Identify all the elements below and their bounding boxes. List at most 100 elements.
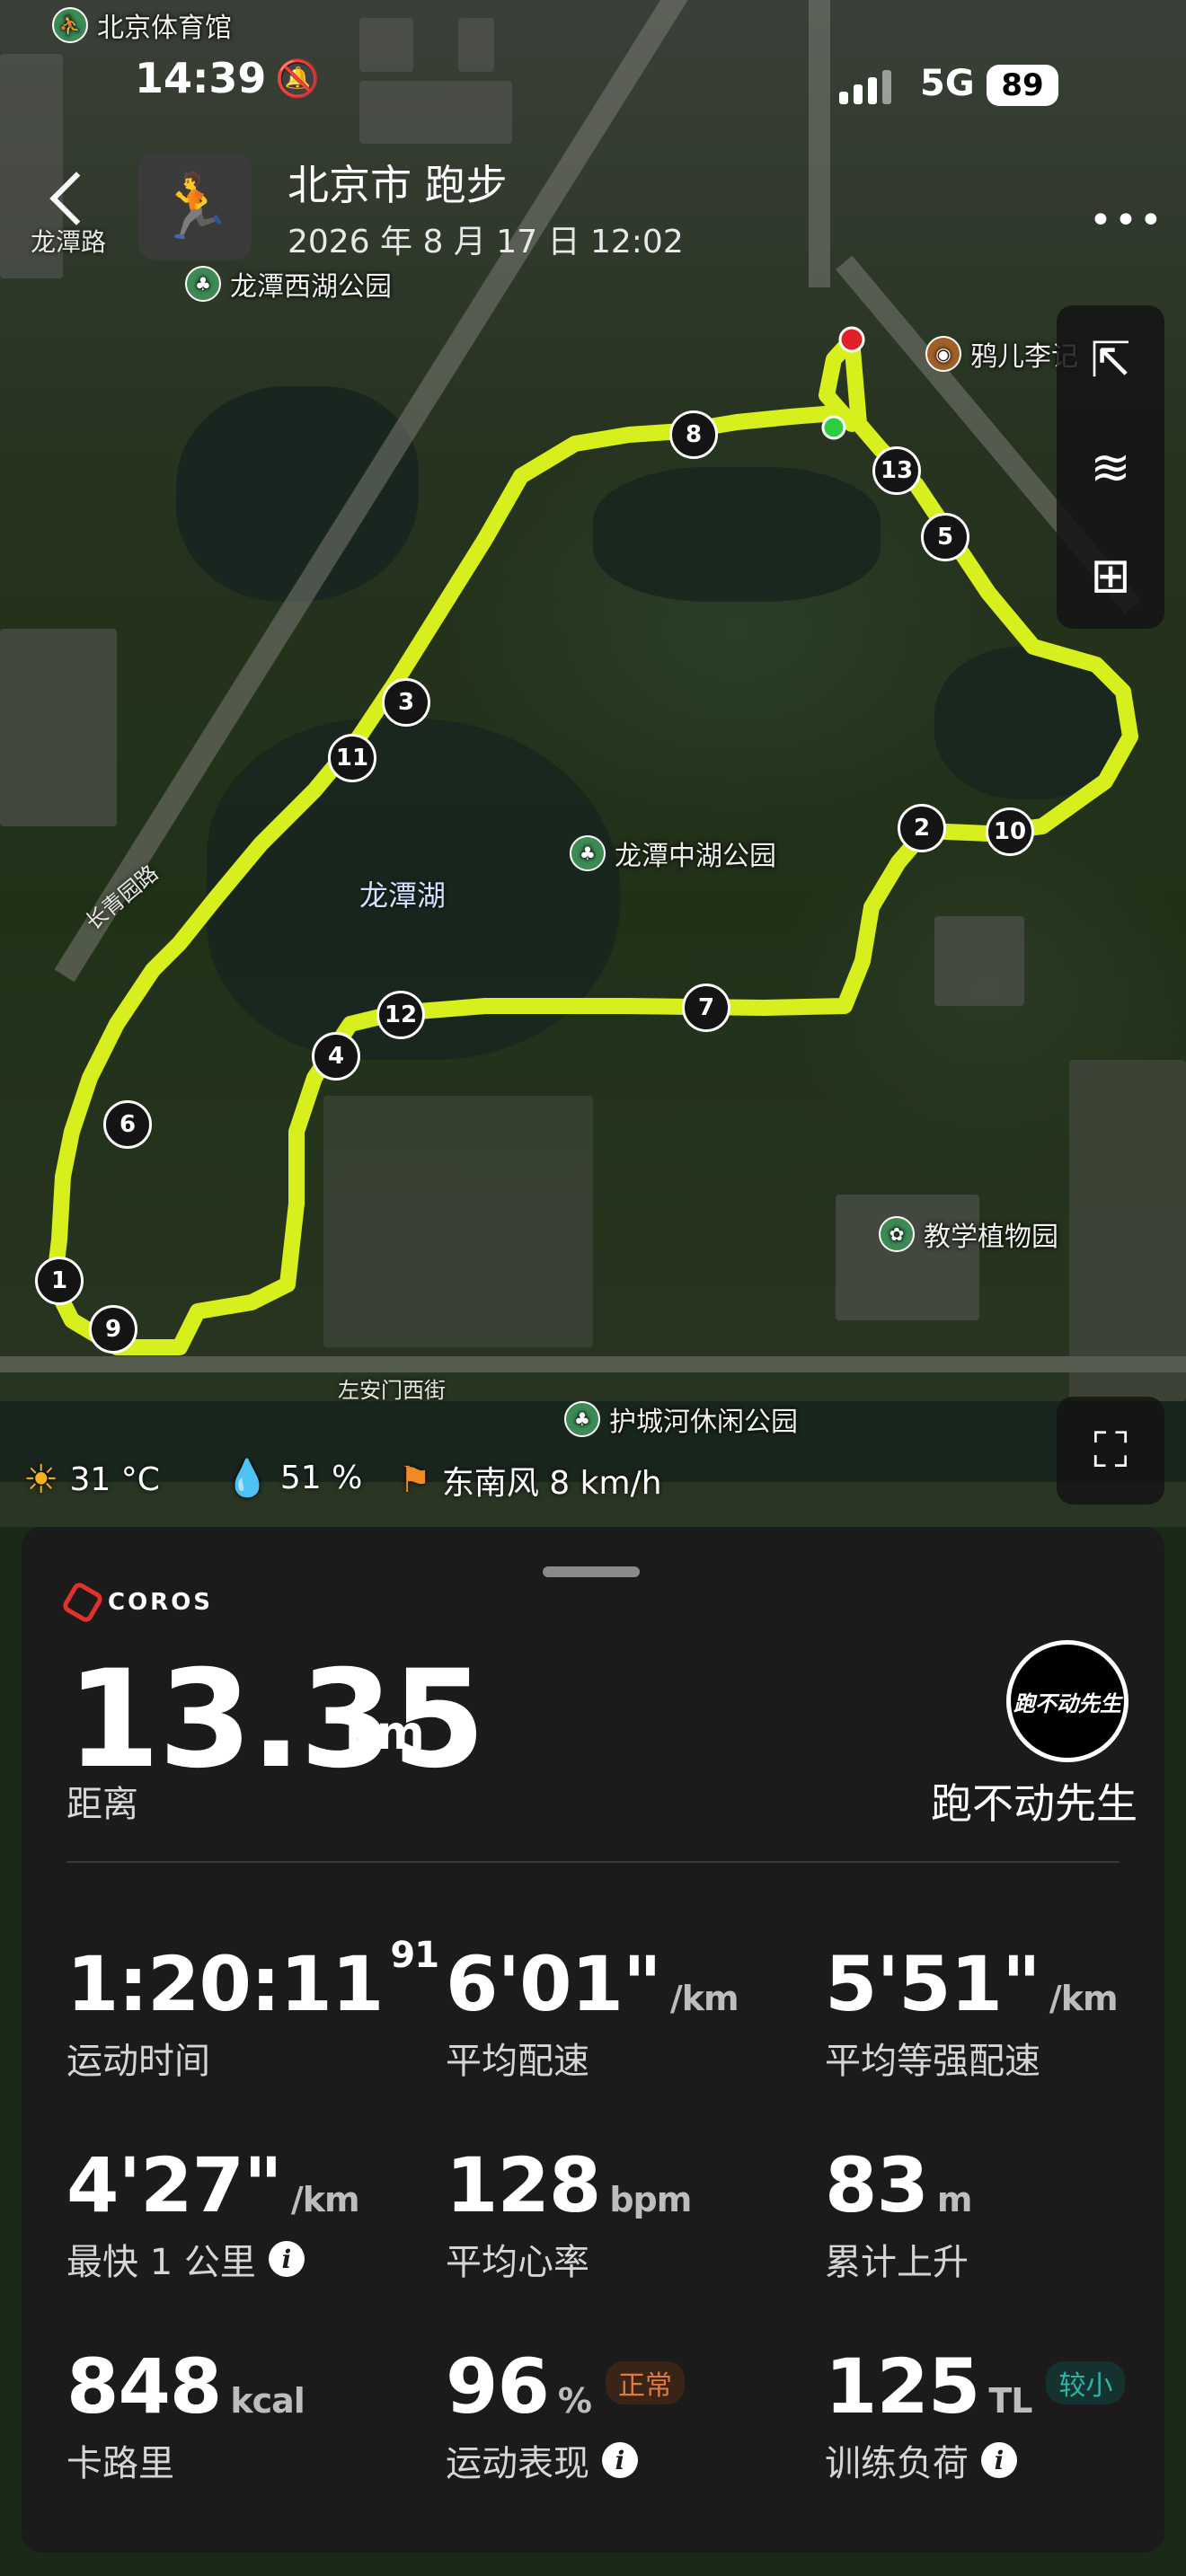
fullscreen-icon[interactable]: ⛶ [1057, 1397, 1164, 1504]
poi-yaerli[interactable]: ◉ 鸦儿李记 [925, 334, 1078, 374]
stadium-icon: ⛹ [52, 7, 88, 43]
km-marker-5[interactable]: 5 [921, 513, 969, 561]
training-load-value: 125 [825, 2342, 980, 2430]
label-lake: 龙潭湖 [359, 878, 447, 913]
km-marker-13[interactable]: 13 [872, 446, 921, 495]
info-icon[interactable]: i [981, 2442, 1017, 2478]
km-marker-7[interactable]: 7 [682, 984, 730, 1032]
calories-label: 卡路里 [66, 2443, 174, 2484]
info-icon[interactable]: i [268, 2241, 305, 2277]
activity-datetime: 2026 年 8 月 17 日 12:02 [288, 224, 684, 260]
park-icon: ♣ [564, 1401, 600, 1437]
km-marker-3[interactable]: 3 [382, 678, 430, 727]
avg-hr-label: 平均心率 [446, 2242, 589, 2283]
drag-handle[interactable] [543, 1566, 640, 1577]
fastest-km-unit: /km [290, 2180, 360, 2219]
stat-calories: 848 kcal 卡路里 [66, 2342, 305, 2486]
stat-training-load: 125 TL 较小 训练负荷 i [825, 2342, 1126, 2486]
calories-unit: kcal [230, 2381, 305, 2421]
stat-duration: 1:20:11 91 运动时间 [66, 1935, 439, 2084]
stat-performance: 96% 正常 运动表现 i [446, 2342, 685, 2486]
windsock-icon: ⚑ [399, 1460, 431, 1501]
ascent-value: 83 [825, 2141, 929, 2229]
share-icon[interactable]: ⇱ [1057, 305, 1164, 413]
ascent-unit: m [936, 2180, 973, 2219]
label-longtanlu: 龙潭路 [31, 227, 107, 257]
droplet-icon: 💧 [225, 1458, 270, 1499]
training-load-badge: 较小 [1046, 2361, 1126, 2405]
km-marker-6[interactable]: 6 [103, 1100, 152, 1149]
activity-summary-panel: COROS 13.35 km 距离 跑不动先生 跑不动先生 1:20:11 91 … [22, 1527, 1164, 2553]
km-marker-11[interactable]: 11 [328, 734, 376, 782]
performance-value: 96 [446, 2342, 550, 2430]
km-marker-4[interactable]: 4 [312, 1032, 360, 1081]
avg-pace-value: 6'01" [446, 1940, 662, 2028]
grade-pace-label: 平均等强配速 [825, 2041, 1040, 2082]
signal-icon [839, 68, 893, 104]
duration-value: 1:20:11 [66, 1940, 384, 2028]
performance-status-badge: 正常 [605, 2361, 685, 2405]
coros-hex-icon [60, 1580, 105, 1625]
grade-pace-unit: /km [1049, 1979, 1119, 2018]
label-street: 左安门西街 [338, 1378, 446, 1403]
avg-pace-unit: /km [669, 1979, 739, 2018]
performance-unit: % [557, 2381, 592, 2421]
distance-label: 距离 [66, 1784, 138, 1825]
map-toolbar: ⇱ ≋ ⊞ [1057, 305, 1164, 629]
fastest-km-label: 最快 1 公里 [66, 2242, 256, 2283]
avatar[interactable]: 跑不动先生 [1006, 1640, 1128, 1762]
duration-hundredths: 91 [390, 1935, 439, 1976]
sun-icon: ☀ [23, 1457, 59, 1503]
mute-icon: 🔕 [275, 58, 320, 100]
stat-avg-hr: 128 bpm 平均心率 [446, 2141, 692, 2285]
km-marker-12[interactable]: 12 [376, 991, 425, 1039]
stat-ascent: 83 m 累计上升 [825, 2141, 973, 2285]
poi-botanic[interactable]: ✿ 教学植物园 [879, 1214, 1058, 1254]
stat-avg-pace: 6'01"/km 平均配速 [446, 1940, 739, 2084]
km-marker-1[interactable]: 1 [35, 1257, 84, 1305]
park-icon: ♣ [185, 266, 221, 302]
weather-temp: ☀ 31 °C [23, 1457, 160, 1503]
fastest-km-value: 4'27" [66, 2141, 283, 2229]
park-icon: ♣ [570, 835, 606, 871]
km-marker-8[interactable]: 8 [669, 410, 718, 459]
info-icon[interactable]: i [602, 2442, 638, 2478]
km-marker-2[interactable]: 2 [898, 804, 946, 852]
stat-fastest-km: 4'27"/km 最快 1 公里 i [66, 2141, 360, 2285]
stat-grade-pace: 5'51"/km 平均等强配速 [825, 1940, 1119, 2084]
username: 跑不动先生 [931, 1779, 1137, 1828]
avg-hr-value: 128 [446, 2141, 601, 2229]
duration-label: 运动时间 [66, 2041, 210, 2082]
training-load-label: 训练负荷 [825, 2443, 969, 2484]
calories-value: 848 [66, 2342, 222, 2430]
status-time: 14:39 [135, 54, 267, 102]
poi-west-park[interactable]: ♣ 龙潭西湖公园 [185, 264, 392, 304]
network-type: 5G [920, 63, 975, 104]
avg-pace-label: 平均配速 [446, 2041, 589, 2082]
add-photo-icon[interactable]: ⊞ [1057, 521, 1164, 629]
poi-middle-park[interactable]: ♣ 龙潭中湖公园 [570, 834, 776, 873]
performance-label: 运动表现 [446, 2443, 589, 2484]
food-icon: ◉ [925, 336, 961, 372]
page-title: 北京市 跑步 [288, 161, 508, 209]
avg-hr-unit: bpm [609, 2180, 692, 2219]
weather-wind: ⚑ 东南风 8 km/h [399, 1460, 662, 1502]
training-load-unit: TL [988, 2381, 1032, 2421]
km-marker-9[interactable]: 9 [89, 1305, 137, 1354]
flower-icon: ✿ [879, 1216, 915, 1252]
weather-humidity: 💧 51 % [225, 1458, 363, 1499]
battery-indicator: 89 [987, 65, 1058, 106]
start-point [821, 415, 846, 440]
km-marker-10[interactable]: 10 [986, 807, 1034, 856]
ascent-label: 累计上升 [825, 2242, 969, 2283]
end-point [838, 326, 865, 353]
divider [66, 1861, 1120, 1863]
poi-stadium[interactable]: ⛹ 北京体育馆 [52, 5, 232, 45]
more-menu-icon[interactable]: ••• [1089, 198, 1164, 243]
distance-unit: km [345, 1707, 425, 1760]
running-icon: 🏃 [138, 153, 252, 260]
grade-pace-value: 5'51" [825, 1940, 1041, 2028]
layers-icon[interactable]: ≋ [1057, 413, 1164, 521]
brand-logo: COROS [60, 1580, 213, 1625]
poi-moat-park[interactable]: ♣ 护城河休闲公园 [564, 1399, 798, 1439]
